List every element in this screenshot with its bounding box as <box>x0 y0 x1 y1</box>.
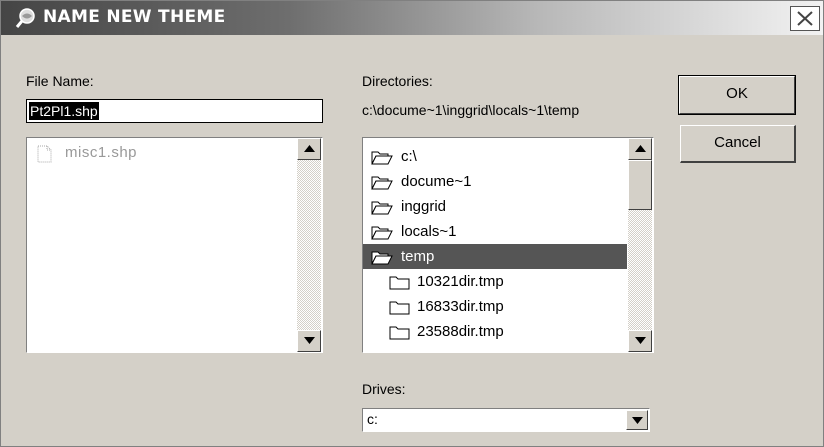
current-path: c:\docume~1\inggrid\locals~1\temp <box>362 102 580 118</box>
close-button[interactable] <box>790 6 820 31</box>
open-folder-icon <box>371 176 393 190</box>
arrow-up-icon <box>635 145 646 152</box>
directory-list-scrollbar[interactable] <box>628 138 652 352</box>
directory-item-temp[interactable]: temp <box>363 244 627 269</box>
directory-item-locals[interactable]: locals~1 <box>363 219 627 244</box>
directory-list[interactable]: c:\ docume~1 inggrid locals~1 temp 10321… <box>362 137 654 353</box>
scroll-up-button[interactable] <box>297 138 321 160</box>
file-list-scrollbar[interactable] <box>297 138 321 352</box>
file-list[interactable]: misc1.shp <box>26 137 323 353</box>
directory-item-label: inggrid <box>401 198 447 215</box>
chevron-down-icon <box>632 417 643 424</box>
arrow-down-icon <box>304 337 315 344</box>
drives-label: Drives: <box>362 381 406 397</box>
open-folder-icon <box>371 151 393 165</box>
closed-folder-icon <box>389 301 410 315</box>
dialog-title: NAME NEW THEME <box>43 7 226 27</box>
cancel-button[interactable]: Cancel <box>680 125 796 163</box>
directory-item-10321[interactable]: 10321dir.tmp <box>363 269 627 294</box>
arrow-up-icon <box>304 145 315 152</box>
cancel-button-label: Cancel <box>714 134 761 151</box>
drives-value: c: <box>367 411 378 427</box>
ok-button[interactable]: OK <box>678 75 796 115</box>
directory-item-inggrid[interactable]: inggrid <box>363 194 627 219</box>
file-item-label: misc1.shp <box>65 144 138 161</box>
directory-item-label: c:\ <box>401 148 417 165</box>
directory-item-label: 16833dir.tmp <box>417 298 504 315</box>
directory-item-label: 23588dir.tmp <box>417 323 504 340</box>
scroll-thumb[interactable] <box>628 160 652 210</box>
close-icon <box>797 11 813 26</box>
closed-folder-icon <box>389 276 410 290</box>
directory-item-label: locals~1 <box>401 223 457 240</box>
directory-item-23588[interactable]: 23588dir.tmp <box>363 319 627 344</box>
open-folder-icon <box>371 201 393 215</box>
name-new-theme-dialog: NAME NEW THEME File Name: Pt2Pl1.shp mis… <box>0 0 824 447</box>
directories-label: Directories: <box>362 73 433 89</box>
directory-item-docume[interactable]: docume~1 <box>363 169 627 194</box>
title-bar[interactable]: NAME NEW THEME <box>1 1 823 35</box>
open-folder-icon <box>371 251 393 265</box>
arrow-down-icon <box>635 337 646 344</box>
file-name-value[interactable]: Pt2Pl1.shp <box>29 102 99 120</box>
drives-dropdown-button[interactable] <box>626 410 648 430</box>
magnifier-globe-icon <box>15 8 35 28</box>
file-name-input[interactable]: Pt2Pl1.shp <box>26 99 323 123</box>
directory-item-c[interactable]: c:\ <box>363 144 627 169</box>
ok-button-label: OK <box>726 85 748 102</box>
drives-select[interactable]: c: <box>362 408 650 432</box>
closed-folder-icon <box>389 326 410 340</box>
open-folder-icon <box>371 226 393 240</box>
shapefile-icon <box>37 145 52 163</box>
scroll-down-button[interactable] <box>297 330 321 352</box>
directory-item-label: 10321dir.tmp <box>417 273 504 290</box>
directory-item-label: docume~1 <box>401 173 472 190</box>
directory-item-16833[interactable]: 16833dir.tmp <box>363 294 627 319</box>
scroll-down-button[interactable] <box>628 330 652 352</box>
scroll-up-button[interactable] <box>628 138 652 160</box>
directory-item-label: temp <box>401 248 435 265</box>
file-name-label: File Name: <box>26 73 94 89</box>
